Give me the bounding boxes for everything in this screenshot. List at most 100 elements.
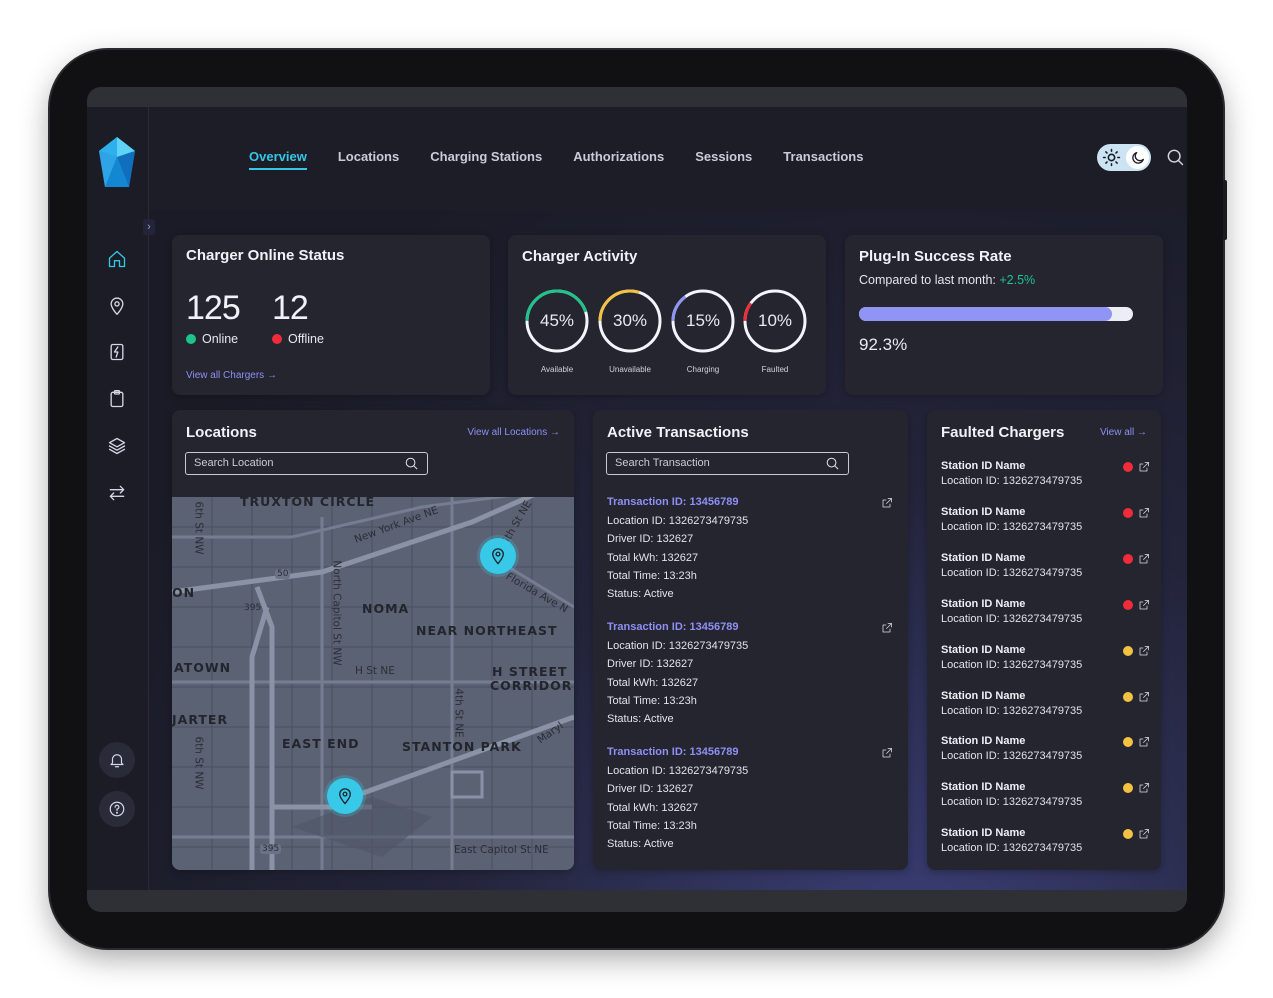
search-icon[interactable] [1165, 147, 1187, 169]
locations-card: Locations View all Locations → Search Lo… [172, 410, 574, 870]
tab-sessions[interactable]: Sessions [695, 149, 752, 170]
tab-transactions[interactable]: Transactions [783, 149, 863, 170]
external-link-icon[interactable] [1138, 781, 1150, 793]
theme-toggle[interactable] [1097, 144, 1151, 171]
map-location-pin-icon[interactable] [480, 538, 516, 574]
card-title: Active Transactions [607, 424, 749, 441]
faulted-charger-row[interactable]: Station ID Name Location ID: 132627347973… [941, 781, 1156, 817]
activity-ring-value: 15% [685, 311, 721, 330]
map-location-pin-icon[interactable] [327, 778, 363, 814]
status-dot [1123, 691, 1133, 702]
activity-ring-value: 10% [757, 311, 793, 330]
tab-authorizations[interactable]: Authorizations [573, 149, 664, 170]
activity-ring: 45% [524, 288, 590, 354]
transaction-item[interactable]: Transaction ID: 13456789 Location ID: 13… [607, 746, 897, 853]
map-label-east-end: EAST END [282, 736, 360, 751]
transaction-driver: Driver ID: 132627 [607, 658, 694, 671]
station-location: Location ID: 1326273479735 [941, 842, 1083, 855]
station-location: Location ID: 1326273479735 [941, 566, 1083, 579]
search-transaction-input[interactable]: Search Transaction [606, 452, 849, 475]
view-all-chargers-link[interactable]: View all Chargers → [186, 370, 277, 381]
bell-icon[interactable] [99, 742, 135, 778]
faulted-charger-row[interactable]: Station ID Name Location ID: 132627347973… [941, 690, 1156, 726]
transaction-driver: Driver ID: 132627 [607, 783, 694, 796]
external-link-icon[interactable] [1138, 598, 1150, 610]
search-location-input[interactable]: Search Location [185, 452, 428, 475]
map-label-h-street: H STREET [492, 664, 568, 679]
compare-value: +2.5% [999, 273, 1036, 287]
tab-locations[interactable]: Locations [338, 149, 399, 170]
arrow-right-icon: → [266, 370, 277, 381]
activity-ring-label: Unavailable [609, 365, 651, 374]
tab-overview[interactable]: Overview [249, 149, 307, 170]
transaction-id[interactable]: Transaction ID: 13456789 [607, 496, 897, 508]
arrow-right-icon: → [550, 427, 560, 438]
tab-charging-stations[interactable]: Charging Stations [430, 149, 542, 170]
map-route-395-badge-bottom: 395 [260, 844, 282, 854]
transaction-item[interactable]: Transaction ID: 13456789 Location ID: 13… [607, 496, 897, 603]
faulted-charger-row[interactable]: Station ID Name Location ID: 132627347973… [941, 827, 1156, 863]
activity-ring: 15% [670, 288, 736, 354]
view-all-faulted-link[interactable]: View all → [1100, 427, 1147, 438]
faulted-charger-row[interactable]: Station ID Name Location ID: 132627347973… [941, 460, 1156, 496]
view-all-locations-link[interactable]: View all Locations → [467, 427, 560, 438]
sun-icon [1102, 148, 1121, 167]
layers-icon[interactable] [105, 434, 129, 458]
activity-ring: 10% [742, 288, 808, 354]
faulted-chargers-card: Faulted Chargers View all → Station ID N… [927, 410, 1161, 870]
transaction-id[interactable]: Transaction ID: 13456789 [607, 746, 897, 758]
charger-activity-card: Charger Activity 45% Available 30% Unavaila… [508, 235, 826, 395]
sidebar-expand-chevron-icon[interactable]: › [143, 219, 155, 235]
map-street-6th-st-nw-top: 6th St NW [192, 501, 205, 555]
external-link-icon[interactable] [1138, 735, 1150, 747]
external-link-icon[interactable] [1138, 460, 1150, 472]
home-icon[interactable] [105, 247, 129, 271]
clipboard-icon[interactable] [105, 387, 129, 411]
faulted-charger-row[interactable]: Station ID Name Location ID: 132627347973… [941, 644, 1156, 680]
external-link-icon[interactable] [881, 746, 893, 758]
transfer-arrows-icon[interactable] [105, 481, 129, 505]
external-link-icon[interactable] [1138, 827, 1150, 839]
brand-gem-logo-icon[interactable] [98, 137, 136, 191]
locations-map[interactable]: TRUXTON CIRCLE NOMA NEAR NORTHEAST H STR… [172, 497, 574, 870]
external-link-icon[interactable] [881, 496, 893, 508]
charging-station-icon[interactable] [105, 340, 129, 364]
transaction-kwh: Total kWh: 132627 [607, 551, 699, 564]
help-icon[interactable] [99, 791, 135, 827]
external-link-icon[interactable] [881, 621, 893, 633]
faulted-charger-row[interactable]: Station ID Name Location ID: 132627347973… [941, 552, 1156, 588]
faulted-charger-row[interactable]: Station ID Name Location ID: 132627347973… [941, 506, 1156, 542]
tablet-device: › Overview Locations Charging Stations A… [50, 50, 1227, 948]
transaction-status: Status: Active [607, 713, 674, 726]
map-route-395-badge-top: 395 [244, 603, 262, 613]
faulted-charger-row[interactable]: Station ID Name Location ID: 132627347973… [941, 735, 1156, 771]
arrow-right-icon: → [1137, 427, 1147, 438]
external-link-icon[interactable] [1138, 690, 1150, 702]
search-icon [404, 456, 419, 471]
station-location: Location ID: 1326273479735 [941, 612, 1083, 625]
external-link-icon[interactable] [1138, 644, 1150, 656]
card-title: Charger Activity [522, 248, 638, 265]
station-location: Location ID: 1326273479735 [941, 520, 1083, 533]
transaction-kwh: Total kWh: 132627 [607, 676, 699, 689]
location-pin-icon[interactable] [105, 294, 129, 318]
card-title: Locations [186, 424, 257, 441]
dashboard-app: › Overview Locations Charging Stations A… [87, 107, 1187, 890]
online-label: Online [202, 332, 239, 346]
activity-ring-value: 30% [612, 311, 648, 330]
transaction-time: Total Time: 13:23h [607, 819, 697, 832]
online-count: 125 [186, 289, 241, 327]
faulted-charger-row[interactable]: Station ID Name Location ID: 132627347973… [941, 598, 1156, 634]
external-link-icon[interactable] [1138, 506, 1150, 518]
status-strip [87, 87, 1187, 107]
activity-ring-label: Charging [686, 365, 720, 374]
map-street-north-capitol: North Capitol St NW [330, 560, 343, 666]
transaction-item[interactable]: Transaction ID: 13456789 Location ID: 13… [607, 621, 897, 728]
transaction-driver: Driver ID: 132627 [607, 533, 694, 546]
transaction-id[interactable]: Transaction ID: 13456789 [607, 621, 897, 633]
activity-ring-value: 45% [539, 311, 575, 330]
transaction-status: Status: Active [607, 588, 674, 601]
external-link-icon[interactable] [1138, 552, 1150, 564]
map-label-on: ON [172, 585, 196, 600]
transaction-time: Total Time: 13:23h [607, 694, 697, 707]
